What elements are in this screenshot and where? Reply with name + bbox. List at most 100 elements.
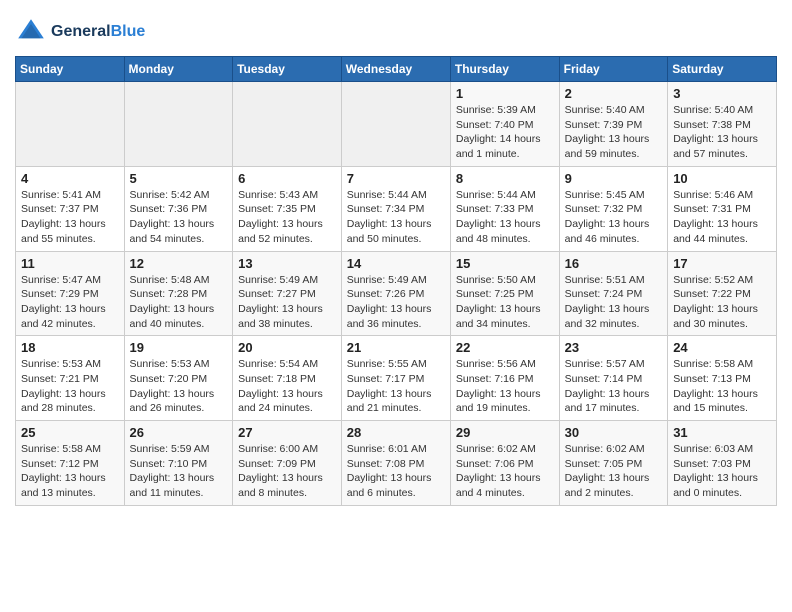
week-row-2: 4 Sunrise: 5:41 AMSunset: 7:37 PMDaylight… bbox=[16, 166, 777, 251]
calendar-cell: 10 Sunrise: 5:46 AMSunset: 7:31 PMDayligh… bbox=[668, 166, 777, 251]
week-row-5: 25 Sunrise: 5:58 AMSunset: 7:12 PMDayligh… bbox=[16, 421, 777, 506]
calendar-cell: 13Sunrise: 5:49 AMSunset: 7:27 PMDayligh… bbox=[233, 251, 342, 336]
day-number: 9 bbox=[565, 171, 663, 186]
day-info: Sunrise: 5:51 AMSunset: 7:24 PMDaylight:… bbox=[565, 273, 663, 332]
day-info: Sunrise: 5:53 AMSunset: 7:20 PMDaylight:… bbox=[130, 357, 228, 416]
day-number: 24 bbox=[673, 340, 771, 355]
calendar-cell: 31 Sunrise: 6:03 AMSunset: 7:03 PMDayligh… bbox=[668, 421, 777, 506]
day-number: 19 bbox=[130, 340, 228, 355]
weekday-header-monday: Monday bbox=[124, 57, 233, 82]
day-number: 1 bbox=[456, 86, 554, 101]
day-info: Sunrise: 5:46 AMSunset: 7:31 PMDaylight:… bbox=[673, 188, 771, 247]
logo-icon bbox=[15, 16, 47, 48]
week-row-3: 11Sunrise: 5:47 AMSunset: 7:29 PMDayligh… bbox=[16, 251, 777, 336]
day-info: Sunrise: 5:44 AMSunset: 7:34 PMDaylight:… bbox=[347, 188, 445, 247]
day-info: Sunrise: 5:40 AMSunset: 7:38 PMDaylight:… bbox=[673, 103, 771, 162]
day-number: 22 bbox=[456, 340, 554, 355]
day-info: Sunrise: 5:59 AMSunset: 7:10 PMDaylight:… bbox=[130, 442, 228, 501]
day-info: Sunrise: 5:45 AMSunset: 7:32 PMDaylight:… bbox=[565, 188, 663, 247]
calendar-cell: 19 Sunrise: 5:53 AMSunset: 7:20 PMDayligh… bbox=[124, 336, 233, 421]
calendar-body: 1Sunrise: 5:39 AMSunset: 7:40 PMDaylight… bbox=[16, 82, 777, 506]
day-number: 18 bbox=[21, 340, 119, 355]
calendar-cell: 30 Sunrise: 6:02 AMSunset: 7:05 PMDayligh… bbox=[559, 421, 668, 506]
calendar-cell: 25 Sunrise: 5:58 AMSunset: 7:12 PMDayligh… bbox=[16, 421, 125, 506]
day-number: 26 bbox=[130, 425, 228, 440]
calendar-cell: 29 Sunrise: 6:02 AMSunset: 7:06 PMDayligh… bbox=[450, 421, 559, 506]
page-header: GeneralBlue bbox=[15, 10, 777, 48]
day-number: 13 bbox=[238, 256, 336, 271]
calendar-cell: 3 Sunrise: 5:40 AMSunset: 7:38 PMDaylight… bbox=[668, 82, 777, 167]
day-number: 8 bbox=[456, 171, 554, 186]
logo: GeneralBlue bbox=[15, 16, 145, 48]
day-number: 21 bbox=[347, 340, 445, 355]
day-number: 15 bbox=[456, 256, 554, 271]
weekday-header-sunday: Sunday bbox=[16, 57, 125, 82]
calendar-cell: 17 Sunrise: 5:52 AMSunset: 7:22 PMDayligh… bbox=[668, 251, 777, 336]
calendar-cell: 21 Sunrise: 5:55 AMSunset: 7:17 PMDayligh… bbox=[341, 336, 450, 421]
day-info: Sunrise: 5:50 AMSunset: 7:25 PMDaylight:… bbox=[456, 273, 554, 332]
day-info: Sunrise: 5:58 AMSunset: 7:12 PMDaylight:… bbox=[21, 442, 119, 501]
day-number: 25 bbox=[21, 425, 119, 440]
day-info: Sunrise: 5:44 AMSunset: 7:33 PMDaylight:… bbox=[456, 188, 554, 247]
day-info: Sunrise: 5:53 AMSunset: 7:21 PMDaylight:… bbox=[21, 357, 119, 416]
day-number: 23 bbox=[565, 340, 663, 355]
calendar-cell: 6 Sunrise: 5:43 AMSunset: 7:35 PMDaylight… bbox=[233, 166, 342, 251]
day-info: Sunrise: 5:43 AMSunset: 7:35 PMDaylight:… bbox=[238, 188, 336, 247]
calendar-header: SundayMondayTuesdayWednesdayThursdayFrid… bbox=[16, 57, 777, 82]
calendar-cell: 8 Sunrise: 5:44 AMSunset: 7:33 PMDaylight… bbox=[450, 166, 559, 251]
calendar-cell bbox=[16, 82, 125, 167]
day-number: 14 bbox=[347, 256, 445, 271]
calendar-cell: 15 Sunrise: 5:50 AMSunset: 7:25 PMDayligh… bbox=[450, 251, 559, 336]
day-info: Sunrise: 6:01 AMSunset: 7:08 PMDaylight:… bbox=[347, 442, 445, 501]
day-number: 30 bbox=[565, 425, 663, 440]
day-info: Sunrise: 5:40 AMSunset: 7:39 PMDaylight:… bbox=[565, 103, 663, 162]
day-number: 2 bbox=[565, 86, 663, 101]
day-info: Sunrise: 6:02 AMSunset: 7:06 PMDaylight:… bbox=[456, 442, 554, 501]
calendar-cell: 26 Sunrise: 5:59 AMSunset: 7:10 PMDayligh… bbox=[124, 421, 233, 506]
day-number: 10 bbox=[673, 171, 771, 186]
calendar-cell: 18 Sunrise: 5:53 AMSunset: 7:21 PMDayligh… bbox=[16, 336, 125, 421]
day-number: 11 bbox=[21, 256, 119, 271]
day-info: Sunrise: 5:52 AMSunset: 7:22 PMDaylight:… bbox=[673, 273, 771, 332]
calendar-cell: 4 Sunrise: 5:41 AMSunset: 7:37 PMDaylight… bbox=[16, 166, 125, 251]
day-number: 4 bbox=[21, 171, 119, 186]
day-info: Sunrise: 6:03 AMSunset: 7:03 PMDaylight:… bbox=[673, 442, 771, 501]
calendar-cell: 12 Sunrise: 5:48 AMSunset: 7:28 PMDayligh… bbox=[124, 251, 233, 336]
day-number: 16 bbox=[565, 256, 663, 271]
day-number: 17 bbox=[673, 256, 771, 271]
day-number: 5 bbox=[130, 171, 228, 186]
calendar-cell: 24 Sunrise: 5:58 AMSunset: 7:13 PMDayligh… bbox=[668, 336, 777, 421]
day-number: 6 bbox=[238, 171, 336, 186]
calendar-cell: 2 Sunrise: 5:40 AMSunset: 7:39 PMDaylight… bbox=[559, 82, 668, 167]
calendar-cell: 7 Sunrise: 5:44 AMSunset: 7:34 PMDaylight… bbox=[341, 166, 450, 251]
day-info: Sunrise: 5:48 AMSunset: 7:28 PMDaylight:… bbox=[130, 273, 228, 332]
day-number: 3 bbox=[673, 86, 771, 101]
day-info: Sunrise: 5:57 AMSunset: 7:14 PMDaylight:… bbox=[565, 357, 663, 416]
day-info: Sunrise: 5:49 AMSunset: 7:26 PMDaylight:… bbox=[347, 273, 445, 332]
weekday-row: SundayMondayTuesdayWednesdayThursdayFrid… bbox=[16, 57, 777, 82]
logo-text: GeneralBlue bbox=[51, 23, 145, 41]
day-number: 29 bbox=[456, 425, 554, 440]
day-info: Sunrise: 6:00 AMSunset: 7:09 PMDaylight:… bbox=[238, 442, 336, 501]
weekday-header-thursday: Thursday bbox=[450, 57, 559, 82]
calendar-cell bbox=[341, 82, 450, 167]
calendar-cell: 1Sunrise: 5:39 AMSunset: 7:40 PMDaylight… bbox=[450, 82, 559, 167]
calendar-cell: 11Sunrise: 5:47 AMSunset: 7:29 PMDayligh… bbox=[16, 251, 125, 336]
day-info: Sunrise: 5:55 AMSunset: 7:17 PMDaylight:… bbox=[347, 357, 445, 416]
calendar-cell: 16 Sunrise: 5:51 AMSunset: 7:24 PMDayligh… bbox=[559, 251, 668, 336]
calendar-cell: 14 Sunrise: 5:49 AMSunset: 7:26 PMDayligh… bbox=[341, 251, 450, 336]
calendar-cell: 23 Sunrise: 5:57 AMSunset: 7:14 PMDayligh… bbox=[559, 336, 668, 421]
calendar-cell: 28Sunrise: 6:01 AMSunset: 7:08 PMDayligh… bbox=[341, 421, 450, 506]
day-number: 12 bbox=[130, 256, 228, 271]
day-info: Sunrise: 5:58 AMSunset: 7:13 PMDaylight:… bbox=[673, 357, 771, 416]
weekday-header-tuesday: Tuesday bbox=[233, 57, 342, 82]
day-info: Sunrise: 5:41 AMSunset: 7:37 PMDaylight:… bbox=[21, 188, 119, 247]
day-info: Sunrise: 5:42 AMSunset: 7:36 PMDaylight:… bbox=[130, 188, 228, 247]
weekday-header-friday: Friday bbox=[559, 57, 668, 82]
day-number: 7 bbox=[347, 171, 445, 186]
day-info: Sunrise: 6:02 AMSunset: 7:05 PMDaylight:… bbox=[565, 442, 663, 501]
calendar-cell bbox=[124, 82, 233, 167]
day-info: Sunrise: 5:54 AMSunset: 7:18 PMDaylight:… bbox=[238, 357, 336, 416]
calendar-cell: 20Sunrise: 5:54 AMSunset: 7:18 PMDayligh… bbox=[233, 336, 342, 421]
day-number: 31 bbox=[673, 425, 771, 440]
